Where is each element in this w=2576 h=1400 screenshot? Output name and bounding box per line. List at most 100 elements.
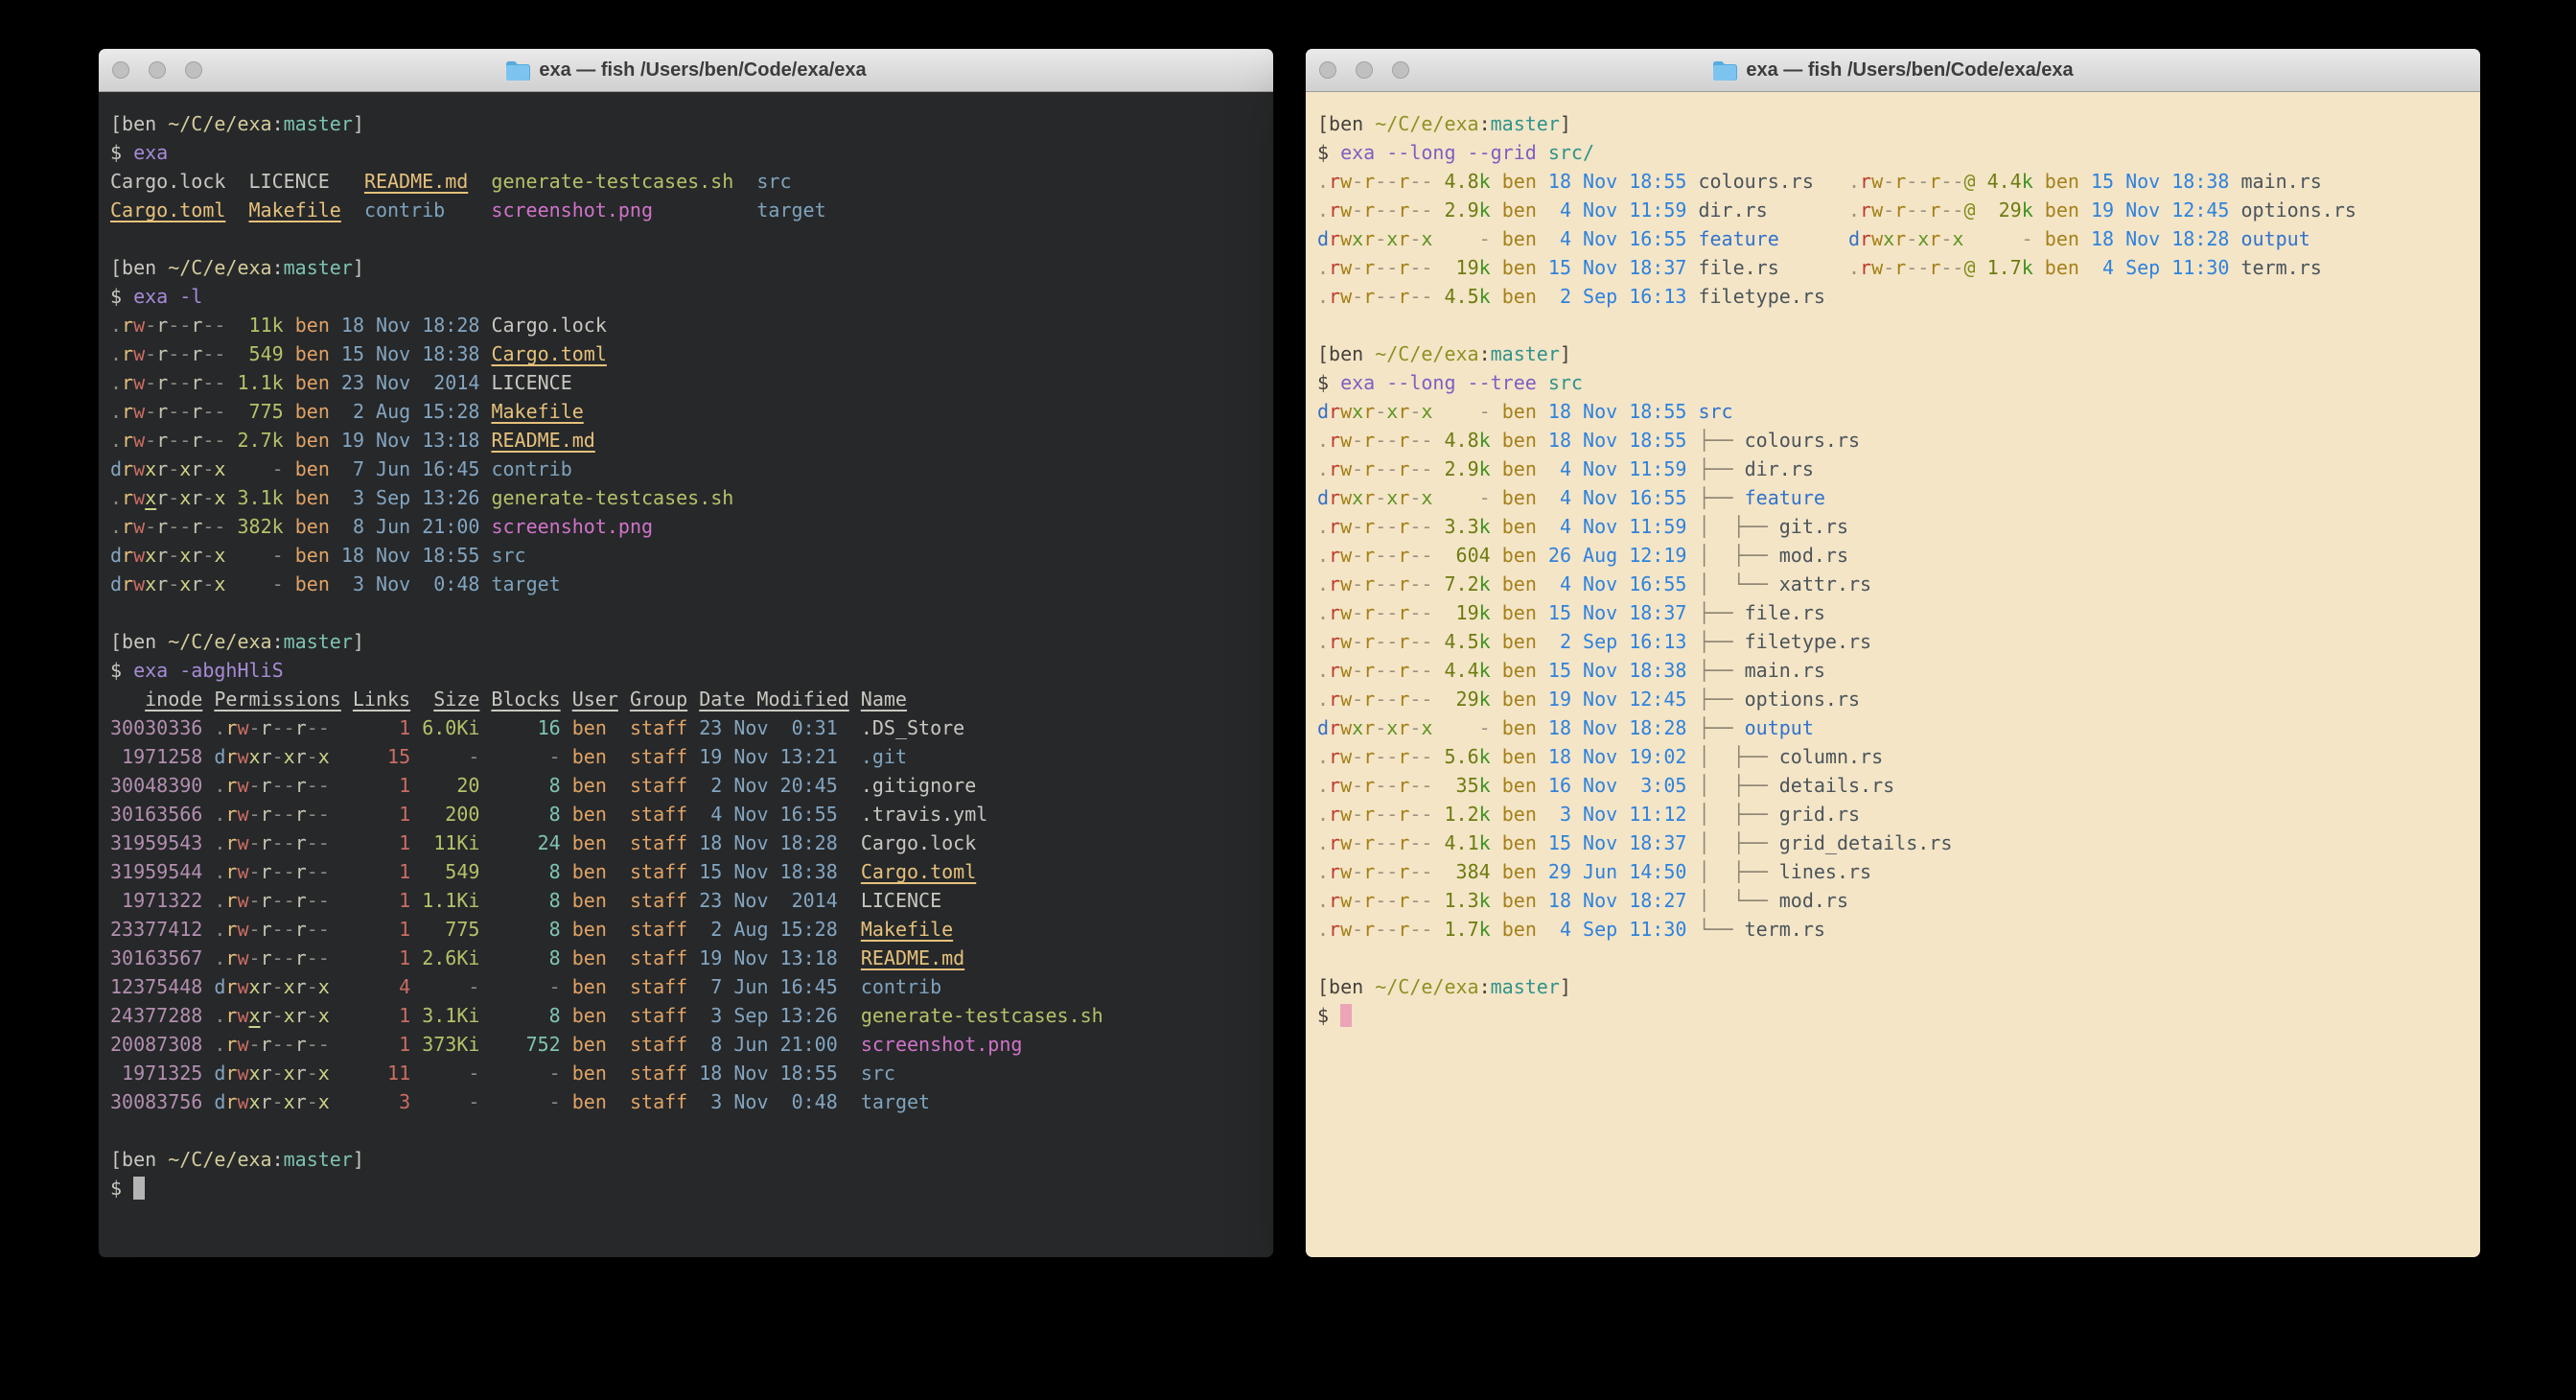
- text-token: r: [1363, 860, 1375, 883]
- text-token: ben: [572, 1004, 607, 1027]
- terminal-line: .rw-r--r-- 19k ben 15 Nov 18:37 file.rs …: [1317, 253, 2480, 282]
- text-token: k: [1479, 256, 1491, 279]
- text-token: -: [318, 918, 330, 941]
- text-token: x: [284, 1090, 295, 1113]
- text-token: README.md: [364, 170, 468, 193]
- titlebar[interactable]: exa — fish /Users/ben/Code/exa/exa: [99, 49, 1273, 92]
- text-token: .: [110, 486, 122, 509]
- text-token: -: [214, 371, 225, 394]
- text-token: -: [1375, 803, 1386, 826]
- text-token: [1976, 198, 1987, 222]
- text-token: .: [1317, 457, 1329, 480]
- text-token: [607, 774, 630, 797]
- text-token: x: [1952, 227, 1963, 250]
- text-token: 775: [238, 400, 284, 423]
- terminal-screen[interactable]: [ben ~/C/e/exa:master]$ exa --long --gri…: [1306, 92, 2480, 1030]
- text-token: -: [1409, 457, 1421, 480]
- minimize-button[interactable]: [1356, 61, 1373, 79]
- text-token: 20087308: [110, 1033, 202, 1056]
- minimize-button[interactable]: [149, 61, 166, 79]
- text-token: r: [122, 371, 133, 394]
- text-token: x: [249, 975, 261, 998]
- text-token: [479, 400, 491, 423]
- text-token: -: [1409, 256, 1421, 279]
- text-token: [225, 371, 237, 394]
- text-token: k: [1479, 285, 1491, 308]
- zoom-button[interactable]: [1392, 61, 1409, 79]
- text-token: [1491, 285, 1502, 308]
- text-token: 19 Nov 12:45: [1548, 688, 1687, 711]
- folder-icon: [505, 60, 530, 81]
- text-token: [479, 457, 491, 480]
- text-token: -: [1409, 198, 1421, 222]
- terminal-line: .rw-r--r-- 1.1k ben 23 Nov 2014 LICENCE: [110, 368, 1273, 397]
- text-token: -: [1421, 918, 1432, 941]
- terminal-line: drwxr-xr-x - ben 18 Nov 18:55 src: [110, 541, 1273, 570]
- text-token: 18 Nov 19:02: [1548, 745, 1687, 768]
- text-token: [330, 515, 341, 538]
- text-token: 4 Nov 11:59: [1548, 457, 1687, 480]
- text-token: 12375448: [110, 975, 202, 998]
- text-token: -: [1352, 601, 1363, 624]
- terminal-line: 31959544 .rw-r--r-- 1 549 8 ben staff 15…: [110, 857, 1273, 886]
- text-token: k: [1479, 457, 1491, 480]
- text-token: [479, 1033, 491, 1056]
- text-token: w: [1340, 831, 1352, 854]
- text-token: r: [1860, 227, 1871, 250]
- text-token: options.rs: [2241, 198, 2356, 222]
- text-token: 15 Nov 18:38: [1548, 659, 1687, 682]
- text-token: -: [1952, 170, 1963, 193]
- text-token: r: [1398, 515, 1409, 538]
- text-token: -: [1445, 400, 1491, 423]
- text-token: [202, 1033, 214, 1056]
- text-token: [1432, 400, 1444, 423]
- text-token: Ki: [456, 716, 479, 739]
- text-token: -: [145, 342, 156, 365]
- text-token: k: [2022, 198, 2033, 222]
- text-token: -: [1445, 716, 1491, 739]
- text-token: r: [225, 975, 237, 998]
- text-token: [202, 774, 214, 797]
- text-token: [1537, 774, 1548, 797]
- terminal-line: .rw-r--r-- 35k ben 16 Nov 3:05 │ ├── det…: [1317, 771, 2480, 800]
- text-token: exa -l: [133, 285, 202, 308]
- text-token: -: [1352, 429, 1363, 452]
- text-token: .: [1317, 688, 1329, 711]
- text-token: 2 Nov 20:45: [699, 774, 838, 797]
- close-button[interactable]: [112, 61, 129, 79]
- text-token: LICENCE: [491, 371, 571, 394]
- text-token: [284, 371, 295, 394]
- text-token: ben: [295, 544, 330, 567]
- text-token: w: [237, 774, 248, 797]
- close-button[interactable]: [1319, 61, 1336, 79]
- zoom-button[interactable]: [185, 61, 202, 79]
- text-token: 18 Nov 18:55: [1548, 400, 1687, 423]
- text-token: [202, 975, 214, 998]
- text-token: filetype.rs: [1698, 285, 1824, 308]
- text-token: r: [1329, 400, 1340, 423]
- text-token: -: [249, 803, 261, 826]
- text-token: [410, 918, 422, 941]
- tree-branch: ├──: [1698, 429, 1744, 452]
- traffic-lights: [112, 49, 202, 91]
- text-token: r: [1363, 688, 1375, 711]
- text-token: [1537, 400, 1548, 423]
- text-token: [1432, 860, 1444, 883]
- text-token: -: [272, 946, 284, 969]
- text-token: w: [133, 486, 145, 509]
- text-token: [2033, 198, 2045, 222]
- terminal-screen[interactable]: [ben ~/C/e/exa:master]$ exaCargo.lock LI…: [99, 92, 1273, 1202]
- text-token: -: [202, 544, 214, 567]
- text-token: ]: [353, 112, 364, 135]
- text-token: [687, 1090, 699, 1113]
- text-token: -: [179, 515, 191, 538]
- text-token: x: [145, 572, 156, 595]
- titlebar[interactable]: exa — fish /Users/ben/Code/exa/exa: [1306, 49, 2480, 92]
- text-token: 4.5: [1445, 630, 1479, 653]
- text-token: x: [145, 457, 156, 480]
- text-token: master: [284, 630, 353, 653]
- text-token: -: [318, 716, 330, 739]
- text-token: w: [1871, 170, 1883, 193]
- text-token: -: [168, 314, 179, 337]
- text-token: -: [1409, 630, 1421, 653]
